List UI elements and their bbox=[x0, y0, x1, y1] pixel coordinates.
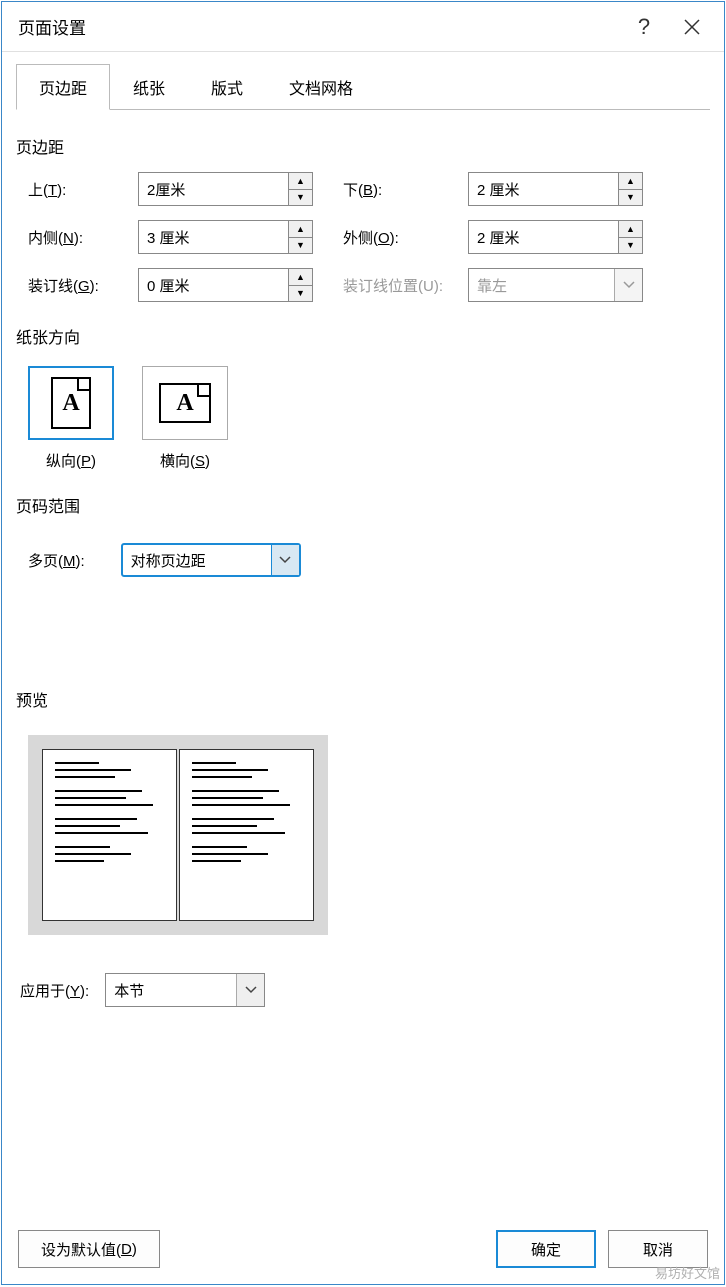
bottom-label: 下(B): bbox=[343, 179, 468, 200]
tab-row: 页边距 纸张 版式 文档网格 bbox=[16, 64, 710, 110]
margins-grid: 上(T): ▲▼ 下(B): ▲▼ 内侧(N): ▲▼ 外侧(O): ▲▼ bbox=[28, 172, 710, 302]
outside-label: 外侧(O): bbox=[343, 227, 468, 248]
bottom-input[interactable] bbox=[469, 173, 618, 205]
apply-to-value: 本节 bbox=[106, 974, 236, 1006]
landscape-label: 横向(S) bbox=[160, 450, 210, 471]
gutter-label: 装订线(G): bbox=[28, 275, 138, 296]
multi-pages-dropdown[interactable] bbox=[271, 545, 299, 575]
tab-layout[interactable]: 版式 bbox=[188, 64, 266, 110]
inside-label: 内侧(N): bbox=[28, 227, 138, 248]
preview-page-right bbox=[179, 749, 314, 921]
multi-pages-combo[interactable]: 对称页边距 bbox=[121, 543, 301, 577]
tab-grid[interactable]: 文档网格 bbox=[266, 64, 376, 110]
apply-to-combo[interactable]: 本节 bbox=[105, 973, 265, 1007]
outside-spin-down[interactable]: ▼ bbox=[619, 238, 642, 254]
portrait-icon: A bbox=[51, 377, 91, 429]
gutter-pos-combo: 靠左 bbox=[468, 268, 643, 302]
bottom-spin-up[interactable]: ▲ bbox=[619, 173, 642, 190]
help-button[interactable]: ? bbox=[620, 3, 668, 51]
close-button[interactable] bbox=[668, 3, 716, 51]
apply-to-dropdown[interactable] bbox=[236, 974, 264, 1006]
section-pages-label: 页码范围 bbox=[16, 493, 710, 517]
outside-input[interactable] bbox=[469, 221, 618, 253]
gutter-spin-up[interactable]: ▲ bbox=[289, 269, 312, 286]
apply-row: 应用于(Y): 本节 bbox=[20, 973, 710, 1007]
gutter-pos-label: 装订线位置(U): bbox=[343, 275, 468, 296]
apply-to-label: 应用于(Y): bbox=[20, 980, 89, 1001]
inside-spinner[interactable]: ▲▼ bbox=[138, 220, 313, 254]
preview-box bbox=[28, 735, 328, 935]
set-default-button[interactable]: 设为默认值(D) bbox=[18, 1230, 160, 1268]
titlebar: 页面设置 ? bbox=[2, 2, 724, 52]
orientation-landscape[interactable]: A 横向(S) bbox=[142, 366, 228, 471]
orientation-group: A 纵向(P) A 横向(S) bbox=[28, 366, 710, 471]
top-label: 上(T): bbox=[28, 179, 138, 200]
gutter-pos-value: 靠左 bbox=[469, 269, 614, 301]
dialog-footer: 设为默认值(D) 确定 取消 bbox=[2, 1218, 724, 1284]
section-margins-label: 页边距 bbox=[16, 134, 710, 158]
multi-pages-value: 对称页边距 bbox=[123, 545, 271, 575]
outside-spinner[interactable]: ▲▼ bbox=[468, 220, 643, 254]
top-spin-down[interactable]: ▼ bbox=[289, 190, 312, 206]
chevron-down-icon bbox=[279, 556, 291, 564]
preview-area bbox=[28, 735, 710, 935]
inside-spin-up[interactable]: ▲ bbox=[289, 221, 312, 238]
gutter-pos-dropdown bbox=[614, 269, 642, 301]
ok-button[interactable]: 确定 bbox=[496, 1230, 596, 1268]
inside-spin-down[interactable]: ▼ bbox=[289, 238, 312, 254]
orientation-portrait[interactable]: A 纵向(P) bbox=[28, 366, 114, 471]
close-icon bbox=[683, 18, 701, 36]
dialog-title: 页面设置 bbox=[18, 14, 620, 39]
chevron-down-icon bbox=[245, 986, 257, 994]
page-setup-dialog: 页面设置 ? 页边距 纸张 版式 文档网格 页边距 上(T): ▲▼ 下(B):… bbox=[1, 1, 725, 1285]
multi-pages-label: 多页(M): bbox=[28, 550, 85, 571]
chevron-down-icon bbox=[623, 281, 635, 289]
top-spin-up[interactable]: ▲ bbox=[289, 173, 312, 190]
section-preview-label: 预览 bbox=[16, 687, 710, 711]
inside-input[interactable] bbox=[139, 221, 288, 253]
pages-row: 多页(M): 对称页边距 bbox=[28, 543, 710, 577]
gutter-input[interactable] bbox=[139, 269, 288, 301]
top-spinner[interactable]: ▲▼ bbox=[138, 172, 313, 206]
gutter-spinner[interactable]: ▲▼ bbox=[138, 268, 313, 302]
tab-margins[interactable]: 页边距 bbox=[16, 64, 110, 110]
bottom-spin-down[interactable]: ▼ bbox=[619, 190, 642, 206]
portrait-label: 纵向(P) bbox=[46, 450, 96, 471]
gutter-spin-down[interactable]: ▼ bbox=[289, 286, 312, 302]
outside-spin-up[interactable]: ▲ bbox=[619, 221, 642, 238]
bottom-spinner[interactable]: ▲▼ bbox=[468, 172, 643, 206]
tab-paper[interactable]: 纸张 bbox=[110, 64, 188, 110]
section-orientation-label: 纸张方向 bbox=[16, 324, 710, 348]
top-input[interactable] bbox=[139, 173, 288, 205]
landscape-icon: A bbox=[159, 383, 211, 423]
watermark: 易坊好文馆 bbox=[655, 1263, 720, 1282]
preview-page-left bbox=[42, 749, 177, 921]
